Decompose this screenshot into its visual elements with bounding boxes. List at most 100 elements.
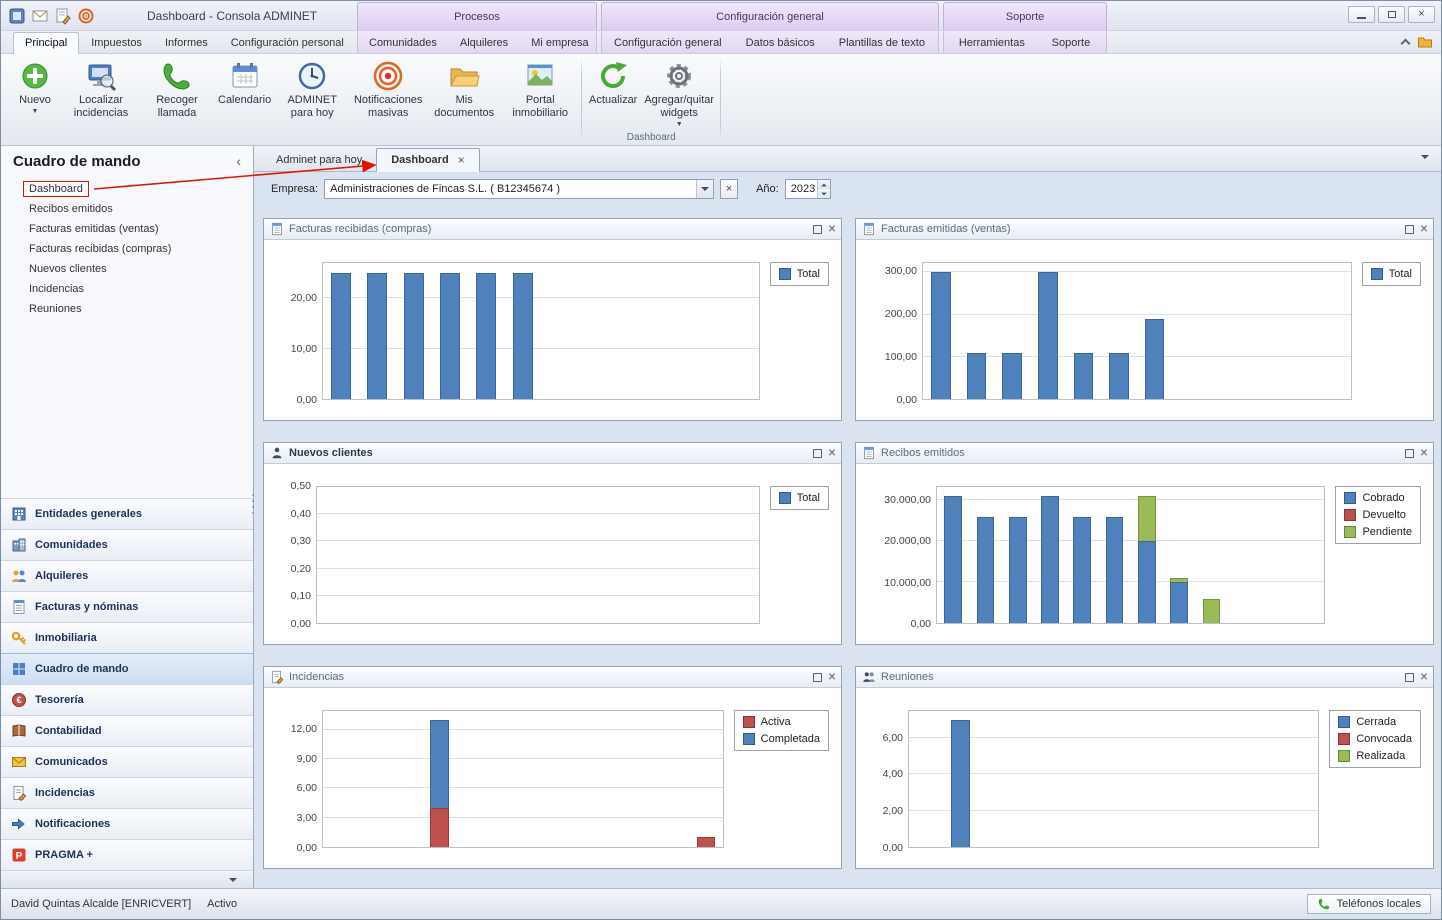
y-tick-label: 10.000,00 — [884, 577, 931, 589]
ribbon-tab-principal[interactable]: Principal — [13, 32, 79, 54]
ribbon-tab-mi-empresa[interactable]: Mi empresa — [520, 33, 599, 53]
ribbon-button-mis-documentos[interactable]: Mis documentos — [426, 57, 502, 130]
minimize-button[interactable] — [1348, 6, 1375, 23]
chart-slot — [501, 487, 538, 623]
close-icon: × — [1418, 9, 1424, 20]
combo-dropdown-icon[interactable] — [696, 180, 713, 198]
restore-button[interactable] — [1378, 6, 1405, 23]
sidebar-item-recibos-emitidos[interactable]: Recibos emitidos — [1, 199, 253, 219]
widget-header-buttons: × — [1405, 223, 1428, 234]
splitter[interactable] — [250, 487, 256, 521]
collapse-ribbon-icon[interactable] — [1401, 39, 1411, 49]
nav-item-notificaciones[interactable]: Notificaciones — [1, 808, 253, 839]
legend-swatch — [1338, 716, 1350, 728]
widget-facturas-recibidas-compras: Facturas recibidas (compras)×0,0010,0020… — [263, 218, 842, 421]
close-button[interactable]: × — [1408, 6, 1435, 23]
mail-icon[interactable] — [31, 7, 49, 25]
tab-list-dropdown-icon[interactable] — [1421, 155, 1429, 159]
nav-item-pragma[interactable]: PPRAGMA + — [1, 839, 253, 870]
nav-item-entidades-generales[interactable]: Entidades generales — [1, 498, 253, 529]
nav-options-icon[interactable] — [229, 878, 237, 882]
folder-icon[interactable] — [1417, 34, 1433, 50]
nav-item-incidencias[interactable]: Incidencias — [1, 777, 253, 808]
chart-slot — [391, 487, 428, 623]
adminet-logo-icon[interactable] — [77, 7, 95, 25]
tab-close-icon[interactable]: × — [458, 154, 465, 166]
empresa-combobox[interactable]: Administraciones de Fincas S.L. ( B12345… — [324, 179, 714, 199]
ribbon-tab-soporte[interactable]: Soporte — [1041, 33, 1102, 53]
sidebar-item-facturas-recibidas-compras[interactable]: Facturas recibidas (compras) — [1, 239, 253, 259]
bar — [1181, 263, 1201, 399]
sidebar-item-incidencias[interactable]: Incidencias — [1, 279, 253, 299]
document-tab-adminet-para-hoy[interactable]: Adminet para hoy — [262, 149, 376, 171]
clear-empresa-button[interactable]: × — [720, 179, 738, 199]
contextual-group-soporte: Soporte — [943, 2, 1107, 30]
widget-maximize-button[interactable] — [1405, 449, 1414, 458]
nav-item-label: Comunicados — [35, 756, 108, 768]
ribbon-button-portal-inmobiliario[interactable]: Portal inmobiliario — [502, 57, 578, 130]
ribbon-button-nuevo[interactable]: Nuevo▼ — [7, 57, 63, 130]
ribbon-button-actualizar[interactable]: Actualizar — [585, 57, 641, 132]
bar — [513, 263, 533, 399]
ribbon-tab-datos-basicos[interactable]: Datos básicos — [735, 33, 826, 53]
app-icon[interactable] — [8, 7, 26, 25]
document-tab-dashboard[interactable]: Dashboard× — [376, 148, 479, 172]
nav-item-inmobiliaria[interactable]: Inmobiliaria — [1, 622, 253, 653]
bar — [917, 711, 936, 847]
chart-slot — [943, 711, 977, 847]
widget-maximize-button[interactable] — [1405, 673, 1414, 682]
nav-item-comunidades[interactable]: Comunidades — [1, 529, 253, 560]
y-tick-label: 0,00 — [297, 394, 317, 406]
bar — [1009, 487, 1027, 623]
widget-maximize-button[interactable] — [813, 449, 822, 458]
sidebar-item-facturas-emitidas-ventas[interactable]: Facturas emitidas (ventas) — [1, 219, 253, 239]
bar-segment-cobrado — [1170, 582, 1188, 623]
notes-icon[interactable] — [54, 7, 72, 25]
ribbon-tab-comunidades[interactable]: Comunidades — [358, 33, 448, 53]
sidebar-item-reuniones[interactable]: Reuniones — [1, 299, 253, 319]
ribbon-button-calendario[interactable]: Calendario — [215, 57, 274, 130]
bar — [464, 711, 482, 847]
chart-slot — [468, 263, 504, 399]
ribbon-tab-herramientas[interactable]: Herramientas — [948, 33, 1036, 53]
chart-y-axis: 0,000,100,200,300,400,50 — [276, 486, 316, 624]
widget-close-button[interactable]: × — [1420, 223, 1428, 234]
widget-close-button[interactable]: × — [1420, 447, 1428, 458]
nav-item-label: Inmobiliaria — [35, 632, 97, 644]
ribbon-button-localizar-incidencias[interactable]: Localizar incidencias — [63, 57, 139, 130]
nav-item-comunicados[interactable]: Comunicados — [1, 746, 253, 777]
widget-close-button[interactable]: × — [828, 447, 836, 458]
ribbon-button-notificaciones-masivas[interactable]: Notificaciones masivas — [350, 57, 426, 130]
nav-item-cuadro-de-mando[interactable]: Cuadro de mando — [1, 653, 253, 684]
sidebar-item-dashboard[interactable]: Dashboard — [1, 179, 253, 199]
local-phones-button[interactable]: Teléfonos locales — [1307, 894, 1431, 914]
widget-maximize-button[interactable] — [813, 225, 822, 234]
collapse-panel-icon[interactable]: ‹ — [236, 153, 241, 169]
anio-spinner[interactable]: 2023 — [785, 179, 831, 199]
ribbon-tab-configuracion-personal[interactable]: Configuración personal — [220, 33, 355, 53]
ribbon-button-agregar-quitar-widgets[interactable]: Agregar/quitar widgets▼ — [641, 57, 717, 132]
widget-close-button[interactable]: × — [828, 671, 836, 682]
ribbon-tab-alquileres[interactable]: Alquileres — [449, 33, 519, 53]
spin-up-icon[interactable] — [818, 180, 830, 189]
widget-close-button[interactable]: × — [828, 223, 836, 234]
widget-maximize-button[interactable] — [1405, 225, 1414, 234]
sidebar-item-nuevos-clientes[interactable]: Nuevos clientes — [1, 259, 253, 279]
legend-label: Completada — [761, 733, 820, 745]
bar-segment-total — [1002, 353, 1022, 399]
sidebar-item-label: Incidencias — [29, 283, 84, 295]
widget-maximize-button[interactable] — [813, 673, 822, 682]
ribbon-tab-impuestos[interactable]: Impuestos — [80, 33, 153, 53]
widget-close-button[interactable]: × — [1420, 671, 1428, 682]
y-tick-label: 6,00 — [883, 732, 903, 744]
spin-down-icon[interactable] — [818, 189, 830, 198]
nav-item-contabilidad[interactable]: Contabilidad — [1, 715, 253, 746]
ribbon-button-adminet-para-hoy[interactable]: ADMINET para hoy — [274, 57, 350, 130]
ribbon-button-recoger-llamada[interactable]: Recoger llamada — [139, 57, 215, 130]
nav-item-tesoreria[interactable]: €Tesorería — [1, 684, 253, 715]
ribbon-tab-plantillas-de-texto[interactable]: Plantillas de texto — [828, 33, 936, 53]
ribbon-tab-configuracion-general[interactable]: Configuración general — [603, 33, 733, 53]
nav-item-facturas-y-nominas[interactable]: Facturas y nóminas — [1, 591, 253, 622]
ribbon-tab-informes[interactable]: Informes — [154, 33, 219, 53]
nav-item-alquileres[interactable]: Alquileres — [1, 560, 253, 591]
